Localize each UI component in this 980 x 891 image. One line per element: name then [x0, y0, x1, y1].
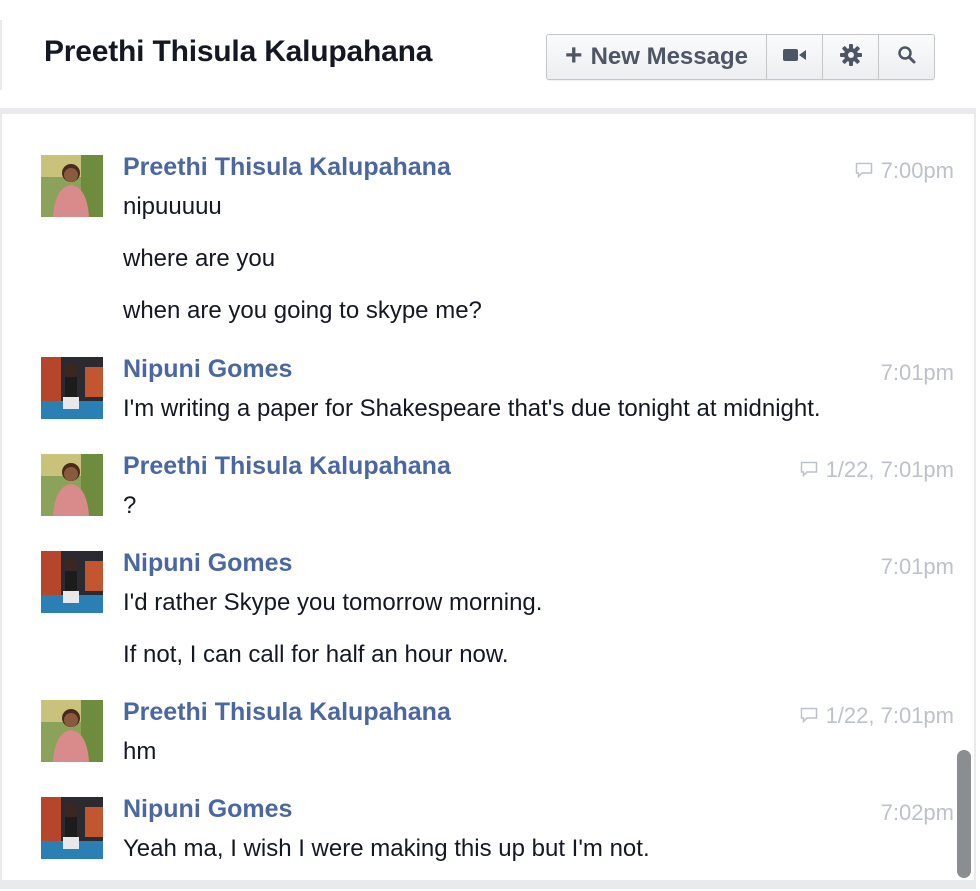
- message-sender[interactable]: Preethi Thisula Kalupahana: [123, 698, 451, 727]
- message-timestamp: 7:01pm: [881, 360, 954, 386]
- message-timestamp: 7:00pm: [855, 158, 954, 184]
- message-sender[interactable]: Nipuni Gomes: [123, 355, 292, 384]
- conversation-header: Preethi Thisula Kalupahana + New Message: [0, 0, 976, 114]
- message-text: nipuuuuu: [123, 193, 222, 220]
- plus-icon: +: [565, 39, 583, 72]
- new-message-label: New Message: [590, 43, 748, 70]
- timestamp-label: 1/22, 7:01pm: [825, 457, 954, 482]
- message-text: If not, I can call for half an hour now.: [123, 641, 509, 668]
- timestamp-label: 7:01pm: [880, 360, 954, 385]
- chat-bubble-icon: [800, 703, 818, 729]
- avatar[interactable]: [41, 357, 103, 419]
- avatar[interactable]: [41, 797, 103, 859]
- message-text: when are you going to skype me?: [123, 297, 482, 324]
- message-timestamp: 1/22, 7:01pm: [800, 703, 954, 729]
- message-text: I'd rather Skype you tomorrow morning.: [123, 589, 543, 616]
- search-icon: [897, 45, 917, 70]
- search-button[interactable]: [878, 35, 934, 79]
- message-sender[interactable]: Nipuni Gomes: [123, 795, 292, 824]
- timestamp-label: 1/22, 7:01pm: [825, 703, 954, 728]
- timestamp-label: 7:01pm: [880, 554, 954, 579]
- message-timestamp: 1/22, 7:01pm: [800, 457, 954, 483]
- chat-bubble-icon: [855, 158, 873, 184]
- composer-divider: [0, 880, 976, 889]
- settings-button[interactable]: [822, 35, 878, 79]
- message-sender[interactable]: Preethi Thisula Kalupahana: [123, 153, 451, 182]
- message-sender[interactable]: Preethi Thisula Kalupahana: [123, 452, 451, 481]
- gear-icon: [839, 43, 863, 72]
- message-text: where are you: [123, 245, 276, 272]
- message-text: Yeah ma, I wish I were making this up bu…: [123, 835, 650, 862]
- message-text: hm: [123, 738, 157, 765]
- conversation-toolbar: + New Message: [546, 34, 935, 80]
- message-thread: Preethi Thisula Kalupahana 7:00pm nipuuu…: [0, 120, 976, 880]
- avatar[interactable]: [41, 551, 103, 613]
- message-text: ?: [123, 492, 137, 519]
- header-edge: [0, 20, 2, 90]
- timestamp-label: 7:02pm: [880, 800, 954, 825]
- page-title: Preethi Thisula Kalupahana: [44, 35, 433, 68]
- timestamp-label: 7:00pm: [880, 158, 954, 183]
- message-text: I'm writing a paper for Shakespeare that…: [123, 395, 821, 422]
- video-call-icon: [782, 47, 808, 68]
- new-message-button[interactable]: + New Message: [547, 35, 766, 79]
- message-timestamp: 7:02pm: [881, 800, 954, 826]
- avatar[interactable]: [41, 454, 103, 516]
- avatar[interactable]: [41, 155, 103, 217]
- avatar[interactable]: [41, 700, 103, 762]
- message-timestamp: 7:01pm: [881, 554, 954, 580]
- video-call-button[interactable]: [766, 35, 822, 79]
- message-sender[interactable]: Nipuni Gomes: [123, 549, 292, 578]
- thread-scrollbar[interactable]: [957, 750, 971, 878]
- chat-bubble-icon: [800, 457, 818, 483]
